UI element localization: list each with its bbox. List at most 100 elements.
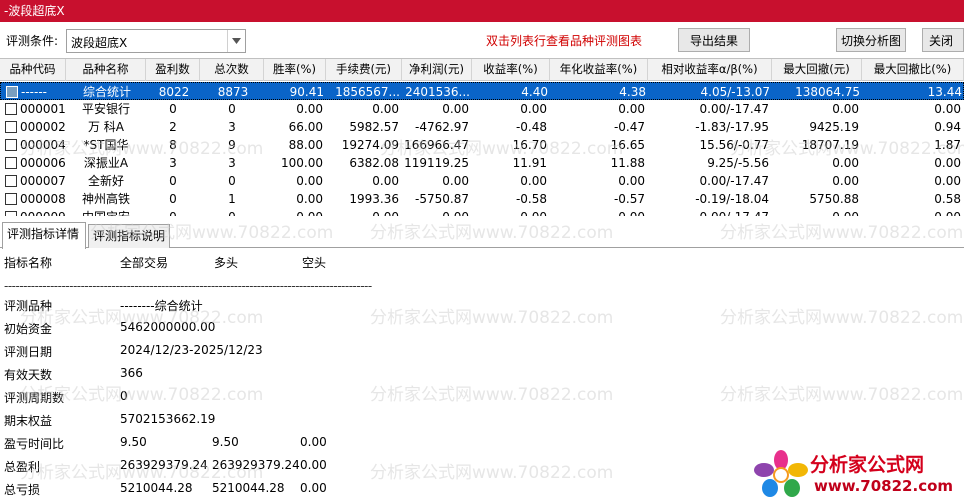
details-separator: ----------------------------------------…	[4, 279, 372, 293]
details-header-long: 多头	[214, 256, 239, 270]
metric-value: 5462000000.00	[120, 320, 216, 334]
table-cell: 100.00	[281, 156, 323, 170]
table-cell: 1856567...	[335, 85, 400, 99]
table-cell: 0.00	[296, 174, 323, 188]
table-cell: 1.87	[934, 138, 961, 152]
table-cell: 11.91	[512, 156, 547, 170]
table-row[interactable]: 000004 *ST国华 8 9 88.00 19274.09 166966.47 16.70…	[0, 136, 964, 154]
metric-value: 2024/12/23-2025/12/23	[120, 343, 263, 357]
column-header[interactable]: 最大回撤(元)	[772, 59, 862, 81]
table-cell: 0.00/-17.47	[699, 102, 769, 116]
condition-select[interactable]: 波段超底X	[66, 29, 246, 53]
column-header[interactable]: 年化收益率(%)	[550, 59, 648, 81]
column-header[interactable]: 胜率(%)	[264, 59, 326, 81]
table-cell: 000006	[20, 156, 66, 170]
condition-label: 评测条件:	[6, 34, 59, 48]
table-cell: 2401536...	[405, 85, 470, 99]
table-cell: 中国宝安	[66, 208, 146, 216]
table-cell: 0.00	[264, 208, 326, 216]
table-row[interactable]: 000007 全新好 0 0 0.00 0.00 0.00 0.00 0.00 0.00/-17.…	[0, 172, 964, 190]
metric-value: 9.50	[120, 435, 147, 449]
table-cell: 0	[169, 174, 177, 188]
details-header-short: 空头	[302, 256, 327, 270]
metric-value: 5210044.28	[212, 481, 285, 495]
table-cell: 0.00	[442, 174, 469, 188]
table-cell: 3	[169, 156, 177, 170]
column-header[interactable]: 总次数	[200, 59, 264, 81]
export-button[interactable]: 导出结果	[678, 28, 750, 52]
table-cell: 000002	[20, 120, 66, 134]
metric-value: 263929379.24	[120, 458, 208, 472]
window-titlebar: -波段超底X	[0, 0, 964, 22]
table-row[interactable]: 000001 平安银行 0 0 0.00 0.00 0.00 0.00 0.00 0.00/-17…	[0, 100, 964, 118]
table-cell: 000008	[20, 192, 66, 206]
table-cell: 13.44	[927, 85, 962, 99]
table-cell: 66.00	[288, 120, 323, 134]
column-header[interactable]: 品种代码	[0, 59, 66, 81]
table-cell: 90.41	[289, 85, 324, 99]
table-cell: 9425.19	[809, 120, 859, 134]
table-cell: 138064.75	[795, 85, 860, 99]
table-cell: -4762.97	[415, 120, 469, 134]
table-cell: 4.05/-13.07	[700, 85, 770, 99]
chevron-down-icon[interactable]	[227, 30, 245, 52]
metric-name: 评测日期	[4, 345, 53, 359]
table-cell: 0	[169, 102, 177, 116]
table-cell: 119119.25	[404, 156, 469, 170]
table-row[interactable]: 000008 神州高铁 0 1 0.00 1993.36 -5750.87 -0.58 -0.5…	[0, 190, 964, 208]
table-cell: 0.94	[934, 120, 961, 134]
table-cell: 000007	[20, 174, 66, 188]
metric-name: 评测品种	[4, 299, 53, 313]
metric-value: 366	[120, 366, 143, 380]
metric-value: 0.00	[300, 481, 327, 495]
logo-title: 分析家公式网	[810, 454, 925, 476]
table-row[interactable]: 000009中国宝安000.000.000.000.000.000.00/-17…	[0, 208, 964, 216]
table-row[interactable]: 000006 深振业A 3 3 100.00 6382.08 119119.25 11.91 1…	[0, 154, 964, 172]
column-header[interactable]: 收益率(%)	[472, 59, 550, 81]
table-cell: 0.00	[472, 208, 550, 216]
metric-name: 评测周期数	[4, 391, 65, 405]
window-title: -波段超底X	[4, 4, 65, 18]
table-cell: 3	[228, 156, 236, 170]
table-cell: 0.00	[934, 156, 961, 170]
table-cell: 0.00	[832, 174, 859, 188]
table-cell: 0.00	[934, 102, 961, 116]
metric-value: 0.00	[300, 458, 327, 472]
table-row[interactable]: 000002 万 科A 2 3 66.00 5982.57 -4762.97 -0.48 -0.…	[0, 118, 964, 136]
column-header[interactable]: 手续费(元)	[326, 59, 402, 81]
column-header[interactable]: 盈利数	[146, 59, 200, 81]
metric-value: 9.50	[212, 435, 239, 449]
table-cell: 16.70	[512, 138, 547, 152]
grid-header: 品种代码 品种名称 盈利数 总次数 胜率(%) 手续费(元) 净利润(元) 收益率(%) 年化收…	[0, 59, 964, 81]
flower-logo-icon	[754, 450, 808, 497]
table-cell: 0.00	[550, 208, 648, 216]
table-row-summary[interactable]: ------ 综合统计 8022 8873 90.41 1856567... 2401536…	[0, 82, 964, 100]
table-cell: 0.58	[934, 192, 961, 206]
table-cell: 166966.47	[404, 138, 469, 152]
column-header[interactable]: 最大回撤比(%)	[862, 59, 964, 81]
table-cell: 全新好	[87, 174, 124, 188]
table-cell: 0.00	[618, 102, 645, 116]
table-cell: 18707.19	[801, 138, 859, 152]
table-cell: 5982.57	[349, 120, 399, 134]
table-cell: 9.25/-5.56	[707, 156, 769, 170]
tab-metric-explanation[interactable]: 评测指标说明	[88, 224, 170, 248]
table-cell: 8873	[217, 85, 249, 99]
table-cell: 0.00	[520, 174, 547, 188]
metric-value: 263929379.24	[212, 458, 300, 472]
column-header[interactable]: 相对收益率α/β(%)	[648, 59, 772, 81]
table-cell: -1.83/-17.95	[695, 120, 769, 134]
brand-logo: 分析家公式网 www.70822.com	[752, 448, 962, 500]
table-cell: -0.19/-18.04	[695, 192, 769, 206]
tab-metric-details[interactable]: 评测指标详情	[2, 222, 86, 249]
results-grid[interactable]: 品种代码 品种名称 盈利数 总次数 胜率(%) 手续费(元) 净利润(元) 收益率(%) 年化收…	[0, 58, 964, 216]
switch-chart-button[interactable]: 切换分析图	[836, 28, 906, 52]
column-header[interactable]: 品种名称	[66, 59, 146, 81]
table-cell: 000009	[0, 208, 66, 216]
table-cell: 1	[228, 192, 236, 206]
column-header[interactable]: 净利润(元)	[402, 59, 472, 81]
table-cell: 0.00	[618, 174, 645, 188]
table-cell: 0.00/-17.47	[699, 174, 769, 188]
close-button[interactable]: 关闭	[922, 28, 964, 52]
table-cell: 万 科A	[87, 120, 125, 134]
